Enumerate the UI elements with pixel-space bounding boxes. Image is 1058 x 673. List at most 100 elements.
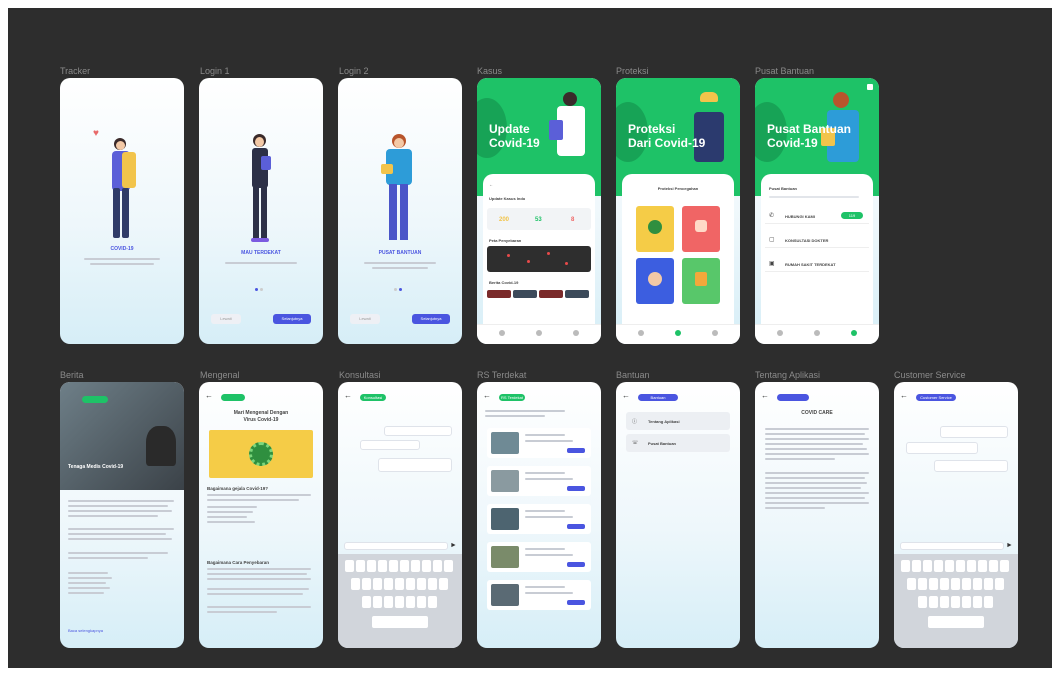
keyboard-key[interactable] xyxy=(901,560,910,572)
screen-kasus[interactable]: Update Covid-19 ← Update Kasus Indo 200 5… xyxy=(477,78,601,344)
keyboard-key[interactable] xyxy=(405,596,415,608)
keyboard-key[interactable] xyxy=(972,578,982,590)
skip-button[interactable]: Lewati xyxy=(211,314,241,324)
keyboard-key[interactable] xyxy=(912,560,921,572)
keyboard-key[interactable] xyxy=(939,578,949,590)
keyboard-key[interactable] xyxy=(917,578,927,590)
screen-tentang-aplikasi[interactable]: ← COVID CARE xyxy=(755,382,879,648)
send-icon[interactable]: ► xyxy=(450,542,457,549)
help-icon[interactable] xyxy=(712,330,718,336)
message-input[interactable] xyxy=(344,542,448,550)
screen-login1[interactable]: MAU TERDEKAT Lewati Selanjutnya xyxy=(199,78,323,344)
keyboard-key[interactable] xyxy=(361,578,371,590)
back-arrow-icon[interactable]: ← xyxy=(622,391,630,400)
hospital-card[interactable] xyxy=(487,504,591,534)
keyboard-key[interactable] xyxy=(956,560,965,572)
directions-button[interactable] xyxy=(567,448,585,453)
keyboard-key[interactable] xyxy=(939,596,949,608)
directions-button[interactable] xyxy=(567,486,585,491)
protection-tile-sanitizer[interactable] xyxy=(682,258,720,304)
keyboard-key[interactable] xyxy=(394,596,404,608)
keyboard-key[interactable] xyxy=(906,578,916,590)
screen-login2[interactable]: PUSAT BANTUAN Lewati Selanjutnya xyxy=(338,78,462,344)
keyboard-key[interactable] xyxy=(945,560,954,572)
hospital-card[interactable] xyxy=(487,542,591,572)
keyboard-key[interactable] xyxy=(389,560,398,572)
help-item-doctor[interactable]: ▢ KONSULTASI DOKTER xyxy=(765,232,869,248)
keyboard-key[interactable] xyxy=(411,560,420,572)
keyboard-key[interactable] xyxy=(928,596,938,608)
protection-tile-mask[interactable] xyxy=(636,258,674,304)
news-thumb[interactable] xyxy=(539,290,563,298)
keyboard-key[interactable] xyxy=(416,596,426,608)
keyboard-key[interactable] xyxy=(394,578,404,590)
spread-map[interactable] xyxy=(487,246,591,272)
keyboard-key[interactable] xyxy=(438,578,448,590)
keyboard-key[interactable] xyxy=(378,560,387,572)
space-bar[interactable] xyxy=(372,616,428,628)
directions-button[interactable] xyxy=(567,562,585,567)
home-icon[interactable] xyxy=(777,330,783,336)
space-bar[interactable] xyxy=(928,616,984,628)
keyboard-key[interactable] xyxy=(427,578,437,590)
screen-rs-terdekat[interactable]: ← RS Terdekat xyxy=(477,382,601,648)
keyboard[interactable] xyxy=(338,554,462,648)
keyboard-key[interactable] xyxy=(928,578,938,590)
keyboard-key[interactable] xyxy=(422,560,431,572)
keyboard-key[interactable] xyxy=(934,560,943,572)
help-icon[interactable] xyxy=(573,330,579,336)
read-more-link[interactable]: Baca selengkapnya xyxy=(68,628,103,633)
screen-berita[interactable]: Tenaga Medis Covid-19 Baca selengkapnya xyxy=(60,382,184,648)
keyboard[interactable] xyxy=(894,554,1018,648)
keyboard-key[interactable] xyxy=(917,596,927,608)
keyboard-key[interactable] xyxy=(383,578,393,590)
keyboard-key[interactable] xyxy=(356,560,365,572)
keyboard-key[interactable] xyxy=(978,560,987,572)
hospital-card[interactable] xyxy=(487,428,591,458)
keyboard-key[interactable] xyxy=(361,596,371,608)
keyboard-key[interactable] xyxy=(427,596,437,608)
keyboard-key[interactable] xyxy=(989,560,998,572)
message-input[interactable] xyxy=(900,542,1004,550)
menu-item-about[interactable]: ⓘ Tentang Aplikasi xyxy=(626,412,730,430)
home-icon[interactable] xyxy=(638,330,644,336)
keyboard-key[interactable] xyxy=(972,596,982,608)
screen-proteksi[interactable]: Proteksi Dari Covid-19 Proteksi Pencegaha… xyxy=(616,78,740,344)
shield-icon[interactable] xyxy=(814,330,820,336)
home-icon[interactable] xyxy=(499,330,505,336)
news-thumb[interactable] xyxy=(513,290,537,298)
directions-button[interactable] xyxy=(567,600,585,605)
keyboard-key[interactable] xyxy=(950,596,960,608)
screen-pusat-bantuan[interactable]: Pusat Bantuan Covid-19 Pusat Bantuan ✆ HU… xyxy=(755,78,879,344)
keyboard-key[interactable] xyxy=(967,560,976,572)
hospital-card[interactable] xyxy=(487,580,591,610)
keyboard-key[interactable] xyxy=(983,578,993,590)
directions-button[interactable] xyxy=(567,524,585,529)
back-arrow-icon[interactable]: ← xyxy=(900,391,908,400)
screen-tracker[interactable]: ♥ COVID-19 xyxy=(60,78,184,344)
keyboard-key[interactable] xyxy=(416,578,426,590)
screen-customer-service[interactable]: ← Customer Service ► xyxy=(894,382,1018,648)
protection-tile-virus[interactable] xyxy=(636,206,674,252)
news-thumb[interactable] xyxy=(487,290,511,298)
keyboard-key[interactable] xyxy=(372,578,382,590)
back-arrow-icon[interactable]: ← xyxy=(483,391,491,400)
protection-tile-wash-hands[interactable] xyxy=(682,206,720,252)
keyboard-key[interactable] xyxy=(983,596,993,608)
keyboard-key[interactable] xyxy=(961,578,971,590)
screen-mengenal[interactable]: ← Mari Mengenal Dengan Virus Covid-19 Bag… xyxy=(199,382,323,648)
back-arrow-icon[interactable]: ← xyxy=(344,391,352,400)
screen-bantuan[interactable]: ← Bantuan ⓘ Tentang Aplikasi ☏ Pusat Ban… xyxy=(616,382,740,648)
keyboard-key[interactable] xyxy=(345,560,354,572)
help-item-call[interactable]: ✆ HUBUNGI KAMI 119 xyxy=(765,208,869,224)
keyboard-key[interactable] xyxy=(444,560,453,572)
keyboard-key[interactable] xyxy=(400,560,409,572)
screen-konsultasi[interactable]: ← Konsultasi ► xyxy=(338,382,462,648)
shield-icon[interactable] xyxy=(536,330,542,336)
keyboard-key[interactable] xyxy=(1000,560,1009,572)
keyboard-key[interactable] xyxy=(994,578,1004,590)
back-badge[interactable] xyxy=(82,396,108,403)
send-icon[interactable]: ► xyxy=(1006,542,1013,549)
shield-icon[interactable] xyxy=(675,330,681,336)
hospital-card[interactable] xyxy=(487,466,591,496)
